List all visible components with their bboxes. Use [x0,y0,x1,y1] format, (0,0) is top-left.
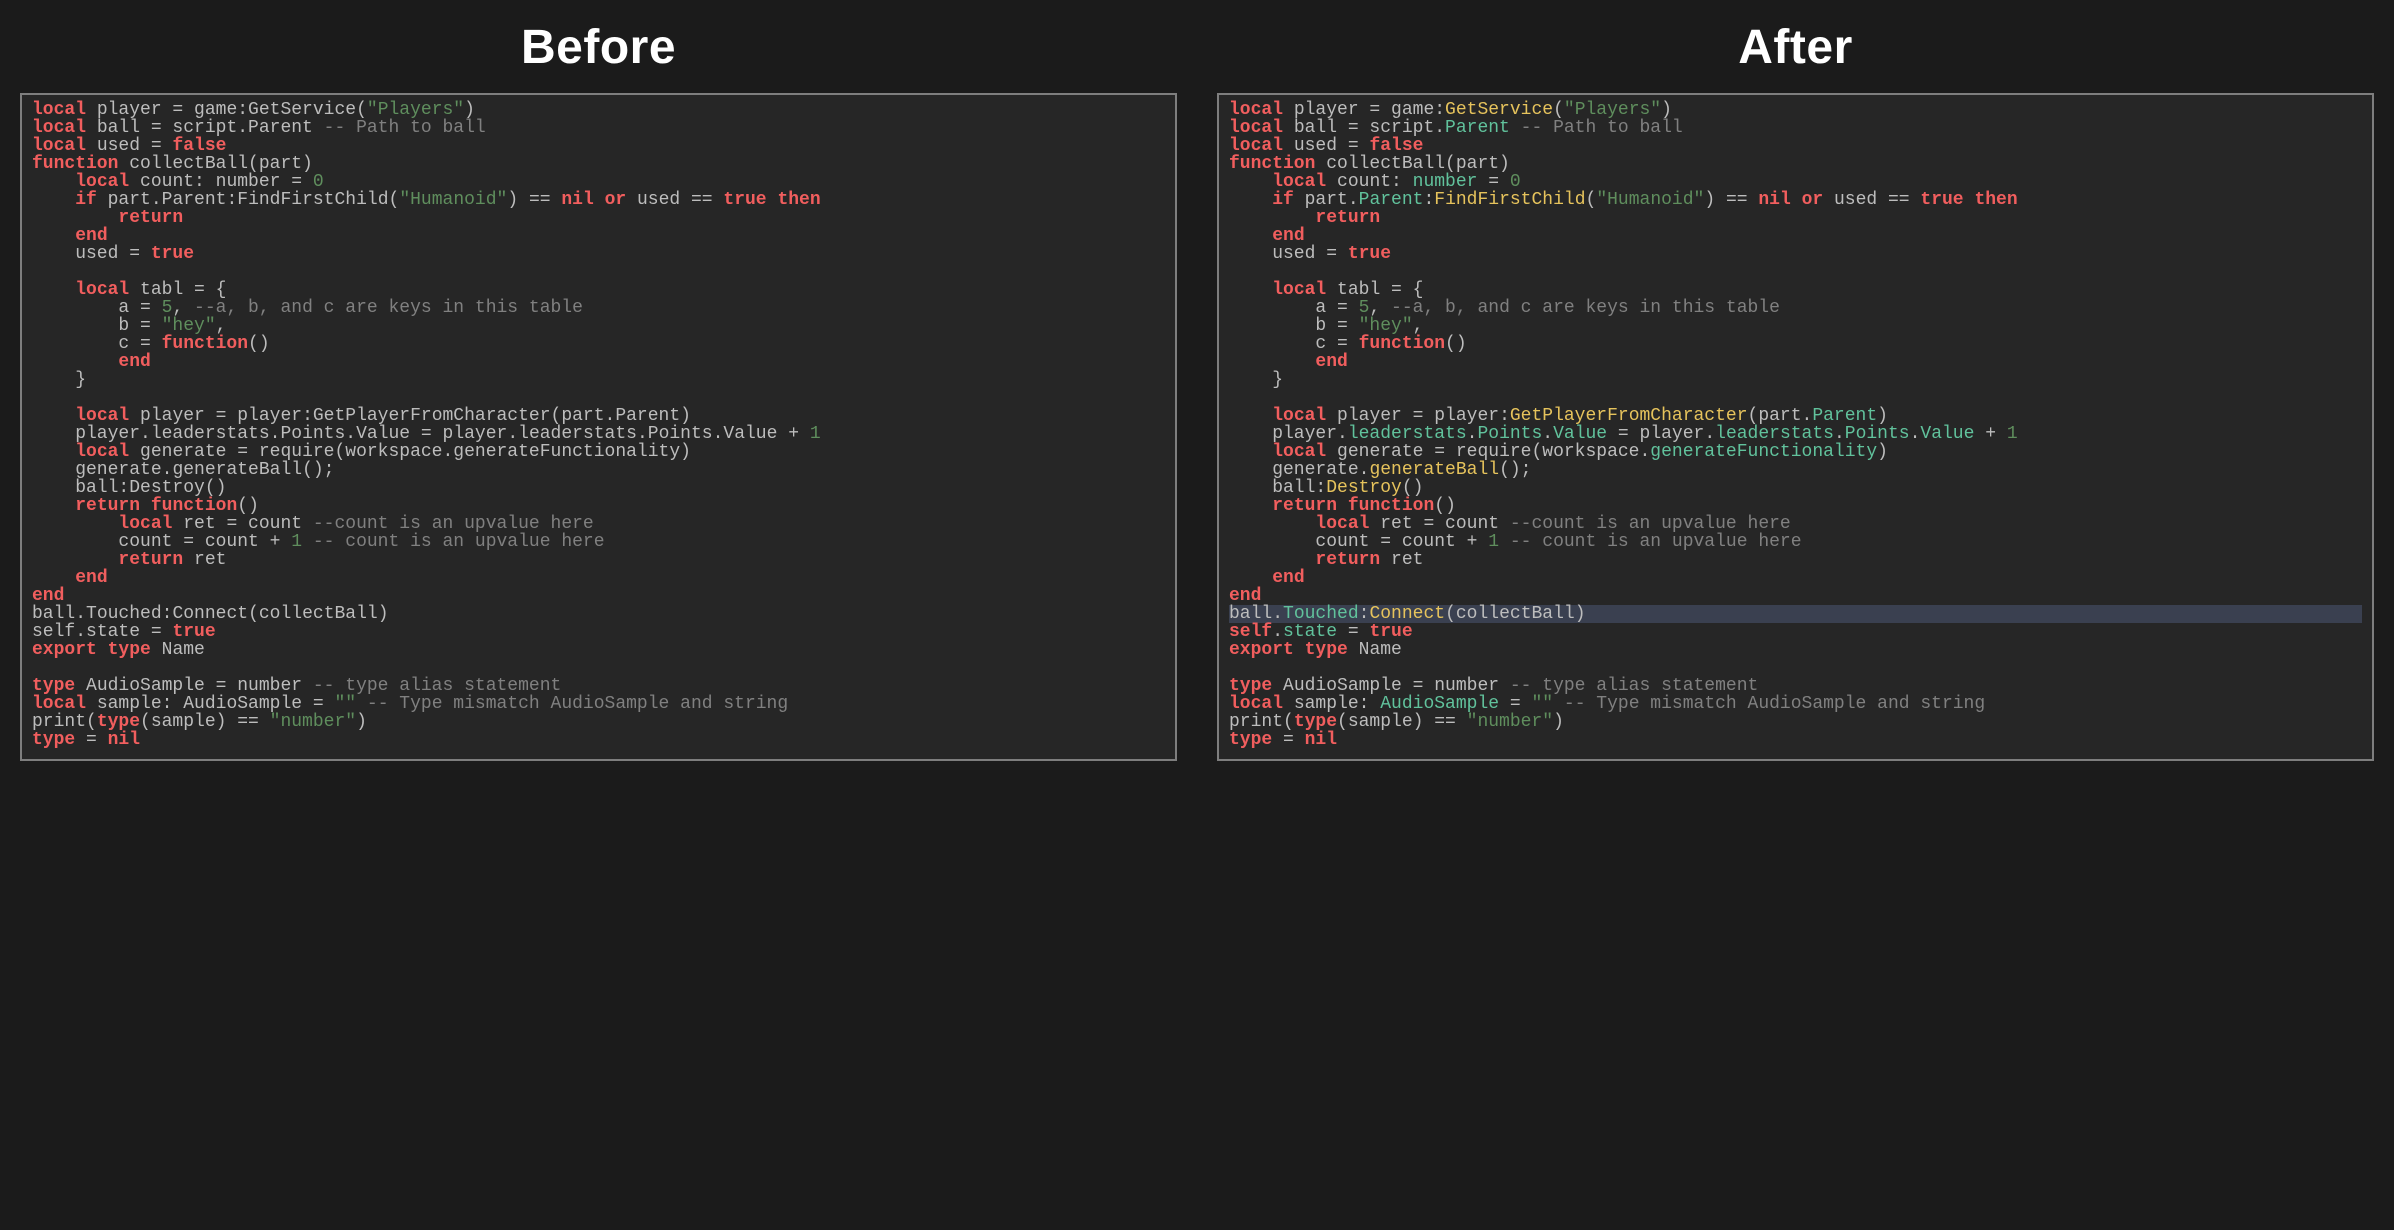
comparison-wrap: Before local player = game:GetService("P… [0,0,2394,791]
before-code-block: local player = game:GetService("Players"… [20,93,1177,761]
before-column: Before local player = game:GetService("P… [20,20,1177,761]
before-heading: Before [20,20,1177,75]
after-column: After local player = game:GetService("Pl… [1217,20,2374,761]
after-heading: After [1217,20,2374,75]
after-code-block: local player = game:GetService("Players"… [1217,93,2374,761]
